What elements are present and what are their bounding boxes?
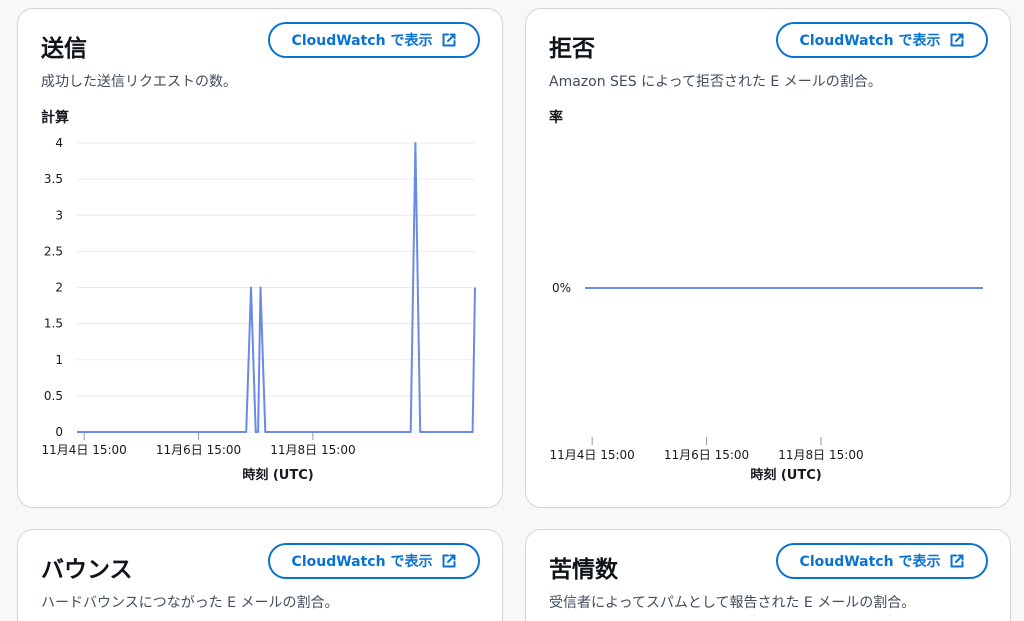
x-tick-label: 11月8日 15:00 [270, 443, 355, 457]
y-tick-label: 0.5 [44, 389, 63, 403]
rejects-chart: 0% 11月4日 15:00 11月6日 15:00 11月8日 15:00 時刻 (U… [549, 281, 983, 483]
y-tick-label: 3.5 [44, 172, 63, 186]
y-tick-label: 0% [552, 281, 571, 295]
sends-chart: 0 0.5 1 1.5 2 2.5 3 3.5 4 11月4日 15:00 11月6日 15:00 1… [41, 136, 476, 483]
y-tick-label: 0 [55, 425, 63, 439]
x-tick-label: 11月6日 15:00 [156, 443, 241, 457]
x-axis-title: 時刻 (UTC) [242, 467, 313, 483]
card-title: バウンス [41, 557, 133, 583]
view-in-cloudwatch-button[interactable]: CloudWatch で表示 [268, 543, 480, 579]
external-link-icon [442, 554, 456, 568]
card-description: ハードバウンスにつながった E メールの割合。 [41, 595, 339, 611]
y-tick-label: 2 [55, 281, 63, 295]
rejects-card: 拒否 CloudWatch で表示 Amazon SES によって拒否された E… [525, 8, 1011, 508]
card-title: 苦情数 [549, 557, 618, 583]
y-tick-label: 2.5 [44, 244, 63, 258]
x-tick-label: 11月4日 15:00 [549, 448, 634, 462]
external-link-icon [950, 554, 964, 568]
y-tick-label: 4 [55, 136, 63, 150]
button-label: CloudWatch で表示 [291, 554, 433, 570]
y-tick-label: 3 [55, 208, 63, 222]
button-label: CloudWatch で表示 [799, 554, 941, 570]
y-tick-label: 1.5 [44, 317, 63, 331]
sends-card: 送信 CloudWatch で表示 成功した送信リクエストの数。 計算 0 0.5… [17, 8, 503, 508]
card-description: 受信者によってスパムとして報告された E メールの割合。 [549, 595, 916, 611]
x-axis-title: 時刻 (UTC) [750, 467, 821, 483]
view-in-cloudwatch-button[interactable]: CloudWatch で表示 [776, 543, 988, 579]
x-tick-label: 11月4日 15:00 [41, 443, 126, 457]
bounces-card: バウンス CloudWatch で表示 ハードバウンスにつながった E メールの… [17, 529, 503, 621]
x-tick-label: 11月8日 15:00 [778, 448, 863, 462]
y-tick-label: 1 [55, 353, 63, 367]
x-tick-label: 11月6日 15:00 [664, 448, 749, 462]
complaints-card: 苦情数 CloudWatch で表示 受信者によってスパムとして報告された E … [525, 529, 1011, 621]
